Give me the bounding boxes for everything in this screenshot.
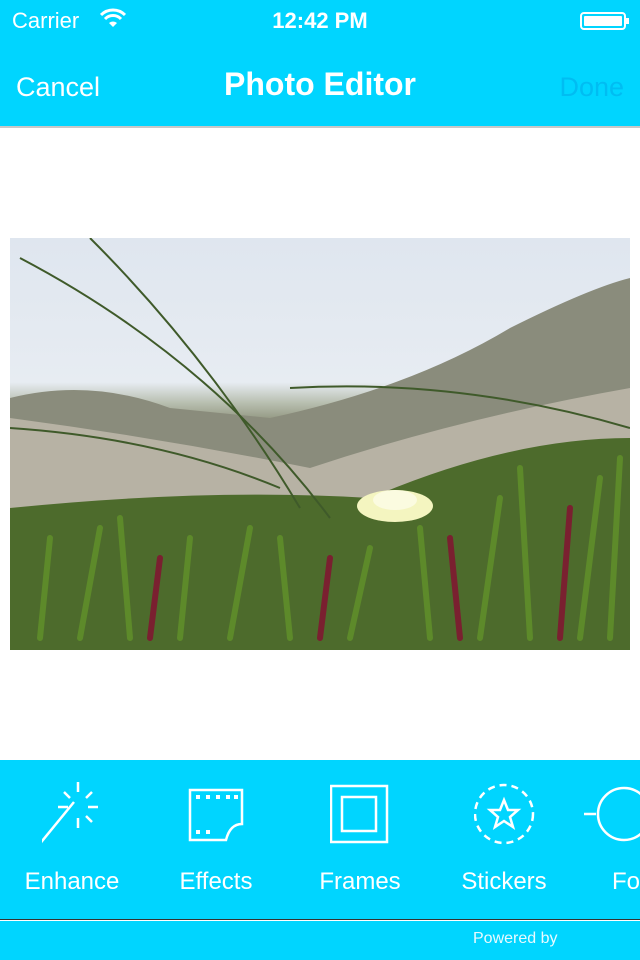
tool-frames[interactable]: Frames xyxy=(288,760,432,920)
tool-focus[interactable]: Fo xyxy=(576,760,640,920)
battery-icon xyxy=(580,12,629,30)
navigation-header: Carrier 12:42 PM Cancel Photo Editor Don… xyxy=(0,0,640,128)
clock: 12:42 PM xyxy=(272,8,368,33)
focus-icon xyxy=(584,786,640,842)
star-sticker-icon xyxy=(474,783,535,845)
page-title: Photo Editor xyxy=(224,66,416,102)
done-button[interactable]: Done xyxy=(559,72,624,103)
tool-stickers[interactable]: Stickers xyxy=(432,760,576,920)
frame-icon xyxy=(330,784,389,844)
powered-by-label: Powered by xyxy=(473,930,558,947)
tool-effects[interactable]: Effects xyxy=(144,760,288,920)
tool-label: Effects xyxy=(179,868,253,895)
tool-label: Stickers xyxy=(461,868,547,895)
photo-canvas[interactable] xyxy=(10,238,630,650)
footer: Powered by xyxy=(0,921,640,960)
tool-bar: Enhance Effects Frames Stickers Fo xyxy=(0,760,640,920)
tool-label: Frames xyxy=(319,868,401,895)
film-icon xyxy=(188,788,244,842)
tool-label: Enhance xyxy=(24,868,120,895)
magic-wand-icon xyxy=(42,782,98,844)
tool-enhance[interactable]: Enhance xyxy=(0,760,144,920)
status-bar: Carrier 12:42 PM xyxy=(0,0,640,40)
tool-label: Fo xyxy=(612,868,640,895)
